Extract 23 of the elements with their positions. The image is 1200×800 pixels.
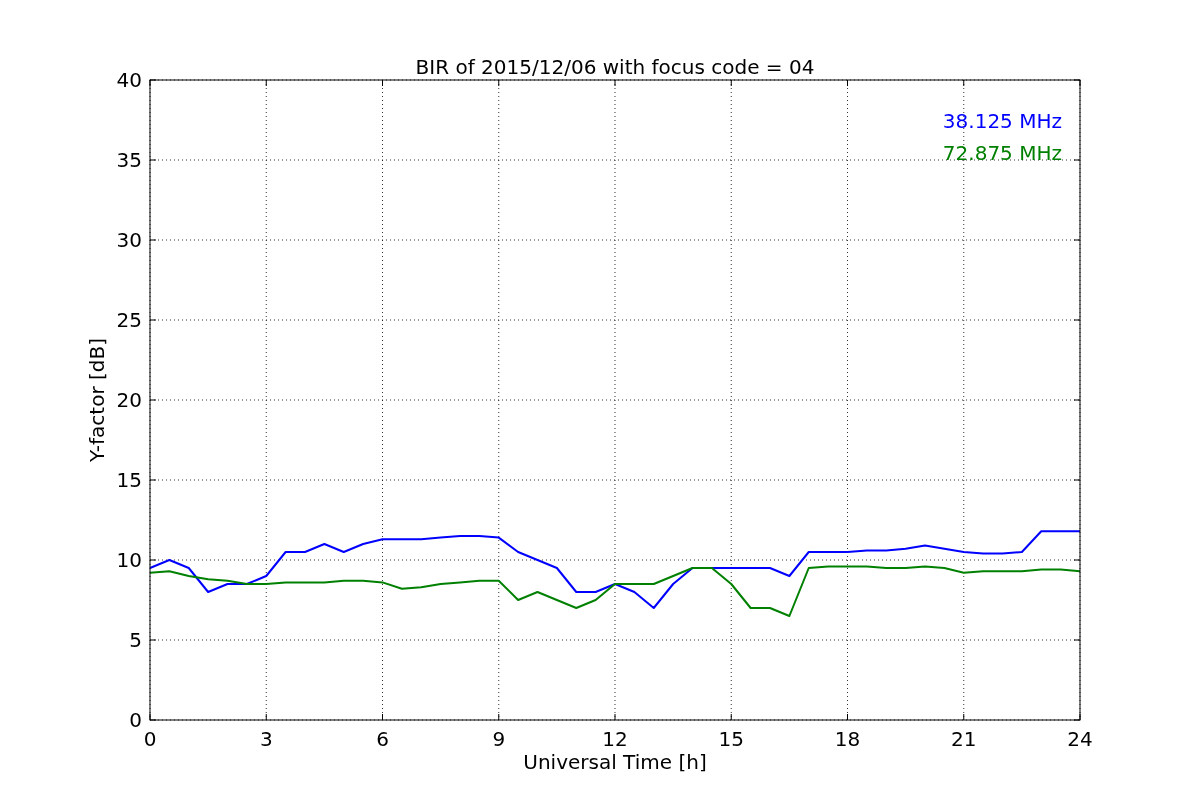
tick-label: 5 [129,628,142,652]
tick-label: 0 [129,708,142,732]
tick-label: 30 [116,228,142,252]
tick-label: 3 [259,727,273,751]
tick-label: 6 [376,727,389,751]
tick-label: 20 [116,388,142,412]
y-axis-label: Y-factor [dB] [85,338,109,462]
x-axis-label: Universal Time [h] [523,750,707,774]
tick-label: 9 [492,727,506,751]
tick-label: 21 [951,727,977,751]
tick-label: 15 [116,468,142,492]
tick-label: 24 [1067,727,1093,751]
legend-label: 72.875 MHz [942,141,1062,165]
tick-label: 0 [143,727,157,751]
legend-label: 38.125 MHz [942,109,1062,133]
tick-label: 15 [718,727,744,751]
tick-label: 25 [116,308,142,332]
tick-label: 12 [602,727,628,751]
tick-label: 40 [116,68,142,92]
tick-label: 10 [116,548,142,572]
tick-label: 35 [116,148,142,172]
chart-title: BIR of 2015/12/06 with focus code = 04 [415,55,815,79]
tick-label: 18 [834,727,861,751]
